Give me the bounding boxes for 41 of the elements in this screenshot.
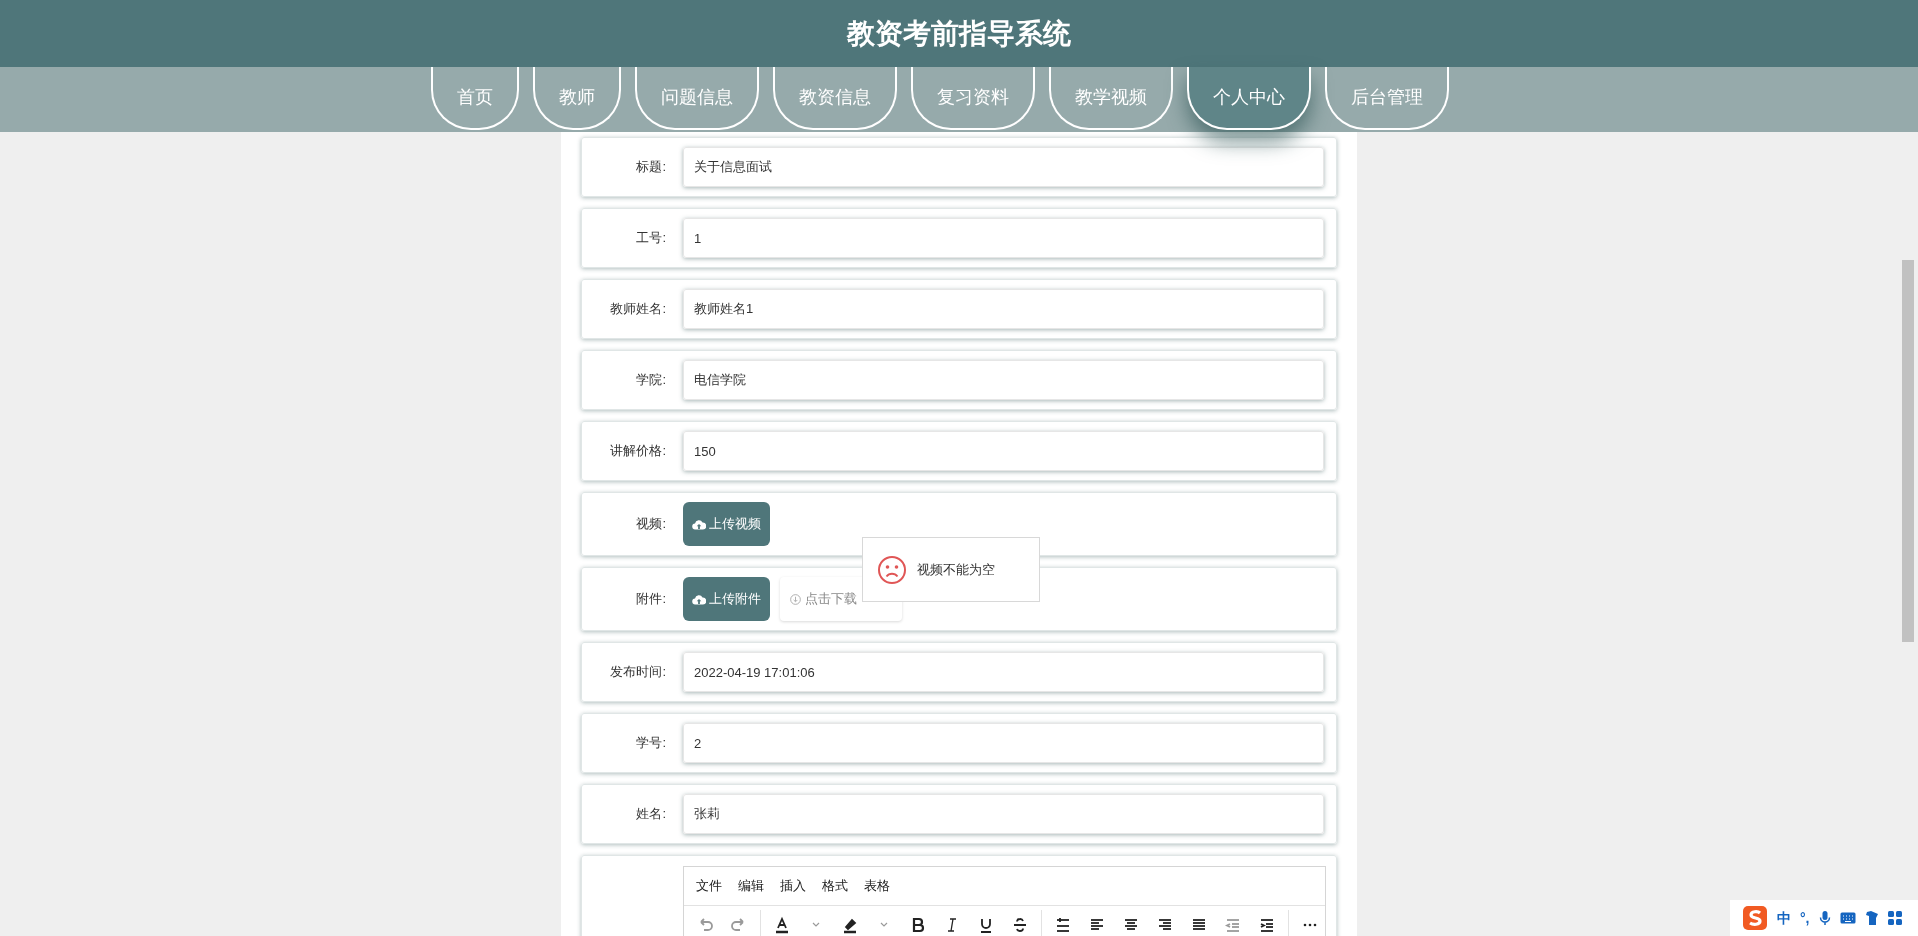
rich-text-editor[interactable]: 文件 编辑 插入 格式 表格 <box>683 866 1326 936</box>
field-label: 学号: <box>635 734 666 753</box>
editor-menu-item[interactable]: 表格 <box>864 876 890 896</box>
scrollbar-thumb[interactable] <box>1902 260 1914 642</box>
sad-face-icon <box>877 554 907 585</box>
upload-button[interactable]: 上传附件 <box>683 577 770 621</box>
input-field[interactable]: 1 <box>683 218 1324 258</box>
input-field[interactable]: 150 <box>683 431 1324 471</box>
field-label: 标题: <box>635 158 666 177</box>
toast-message: 视频不能为空 <box>917 560 995 579</box>
input-field[interactable]: 张莉 <box>683 794 1324 834</box>
download-icon <box>790 593 801 605</box>
input-field[interactable]: 教师姓名1 <box>683 289 1324 329</box>
field-label: 学院: <box>635 371 666 390</box>
field-label: 工号: <box>635 229 666 248</box>
editor-menu-item[interactable]: 编辑 <box>738 876 764 896</box>
ime-logo-icon[interactable] <box>1742 905 1768 931</box>
input-field[interactable]: 电信学院 <box>683 360 1324 400</box>
ime-mode[interactable]: 中 <box>1777 907 1791 929</box>
keyboard-icon[interactable] <box>1839 912 1856 924</box>
upload-button[interactable]: 上传视频 <box>683 502 770 546</box>
grid-icon[interactable] <box>1887 911 1902 925</box>
field-label: 发布时间: <box>609 663 666 682</box>
editor-menu-item[interactable]: 格式 <box>822 876 848 896</box>
editor-menu-item[interactable]: 插入 <box>780 876 806 896</box>
field-label: 附件: <box>635 590 666 609</box>
input-field[interactable]: 关于信息面试 <box>683 147 1324 187</box>
field-label: 视频: <box>635 515 666 534</box>
field-label: 教师姓名: <box>609 300 666 319</box>
field-label: 讲解价格: <box>609 442 666 461</box>
microphone-icon[interactable] <box>1818 910 1831 926</box>
input-field[interactable]: 2022-04-19 17:01:06 <box>683 652 1324 692</box>
nav-tab[interactable]: 个人中心 <box>1187 67 1311 130</box>
input-field[interactable]: 2 <box>683 723 1324 763</box>
editor-menu-item[interactable]: 文件 <box>696 876 722 896</box>
field-label: 姓名: <box>635 805 666 824</box>
shirt-icon[interactable] <box>1864 910 1879 926</box>
site-title: 教资考前指导系统 <box>847 16 1071 51</box>
ime-punctuation[interactable]: °, <box>1800 907 1810 929</box>
cloud-upload-icon <box>692 593 706 605</box>
cloud-upload-icon <box>692 518 706 530</box>
